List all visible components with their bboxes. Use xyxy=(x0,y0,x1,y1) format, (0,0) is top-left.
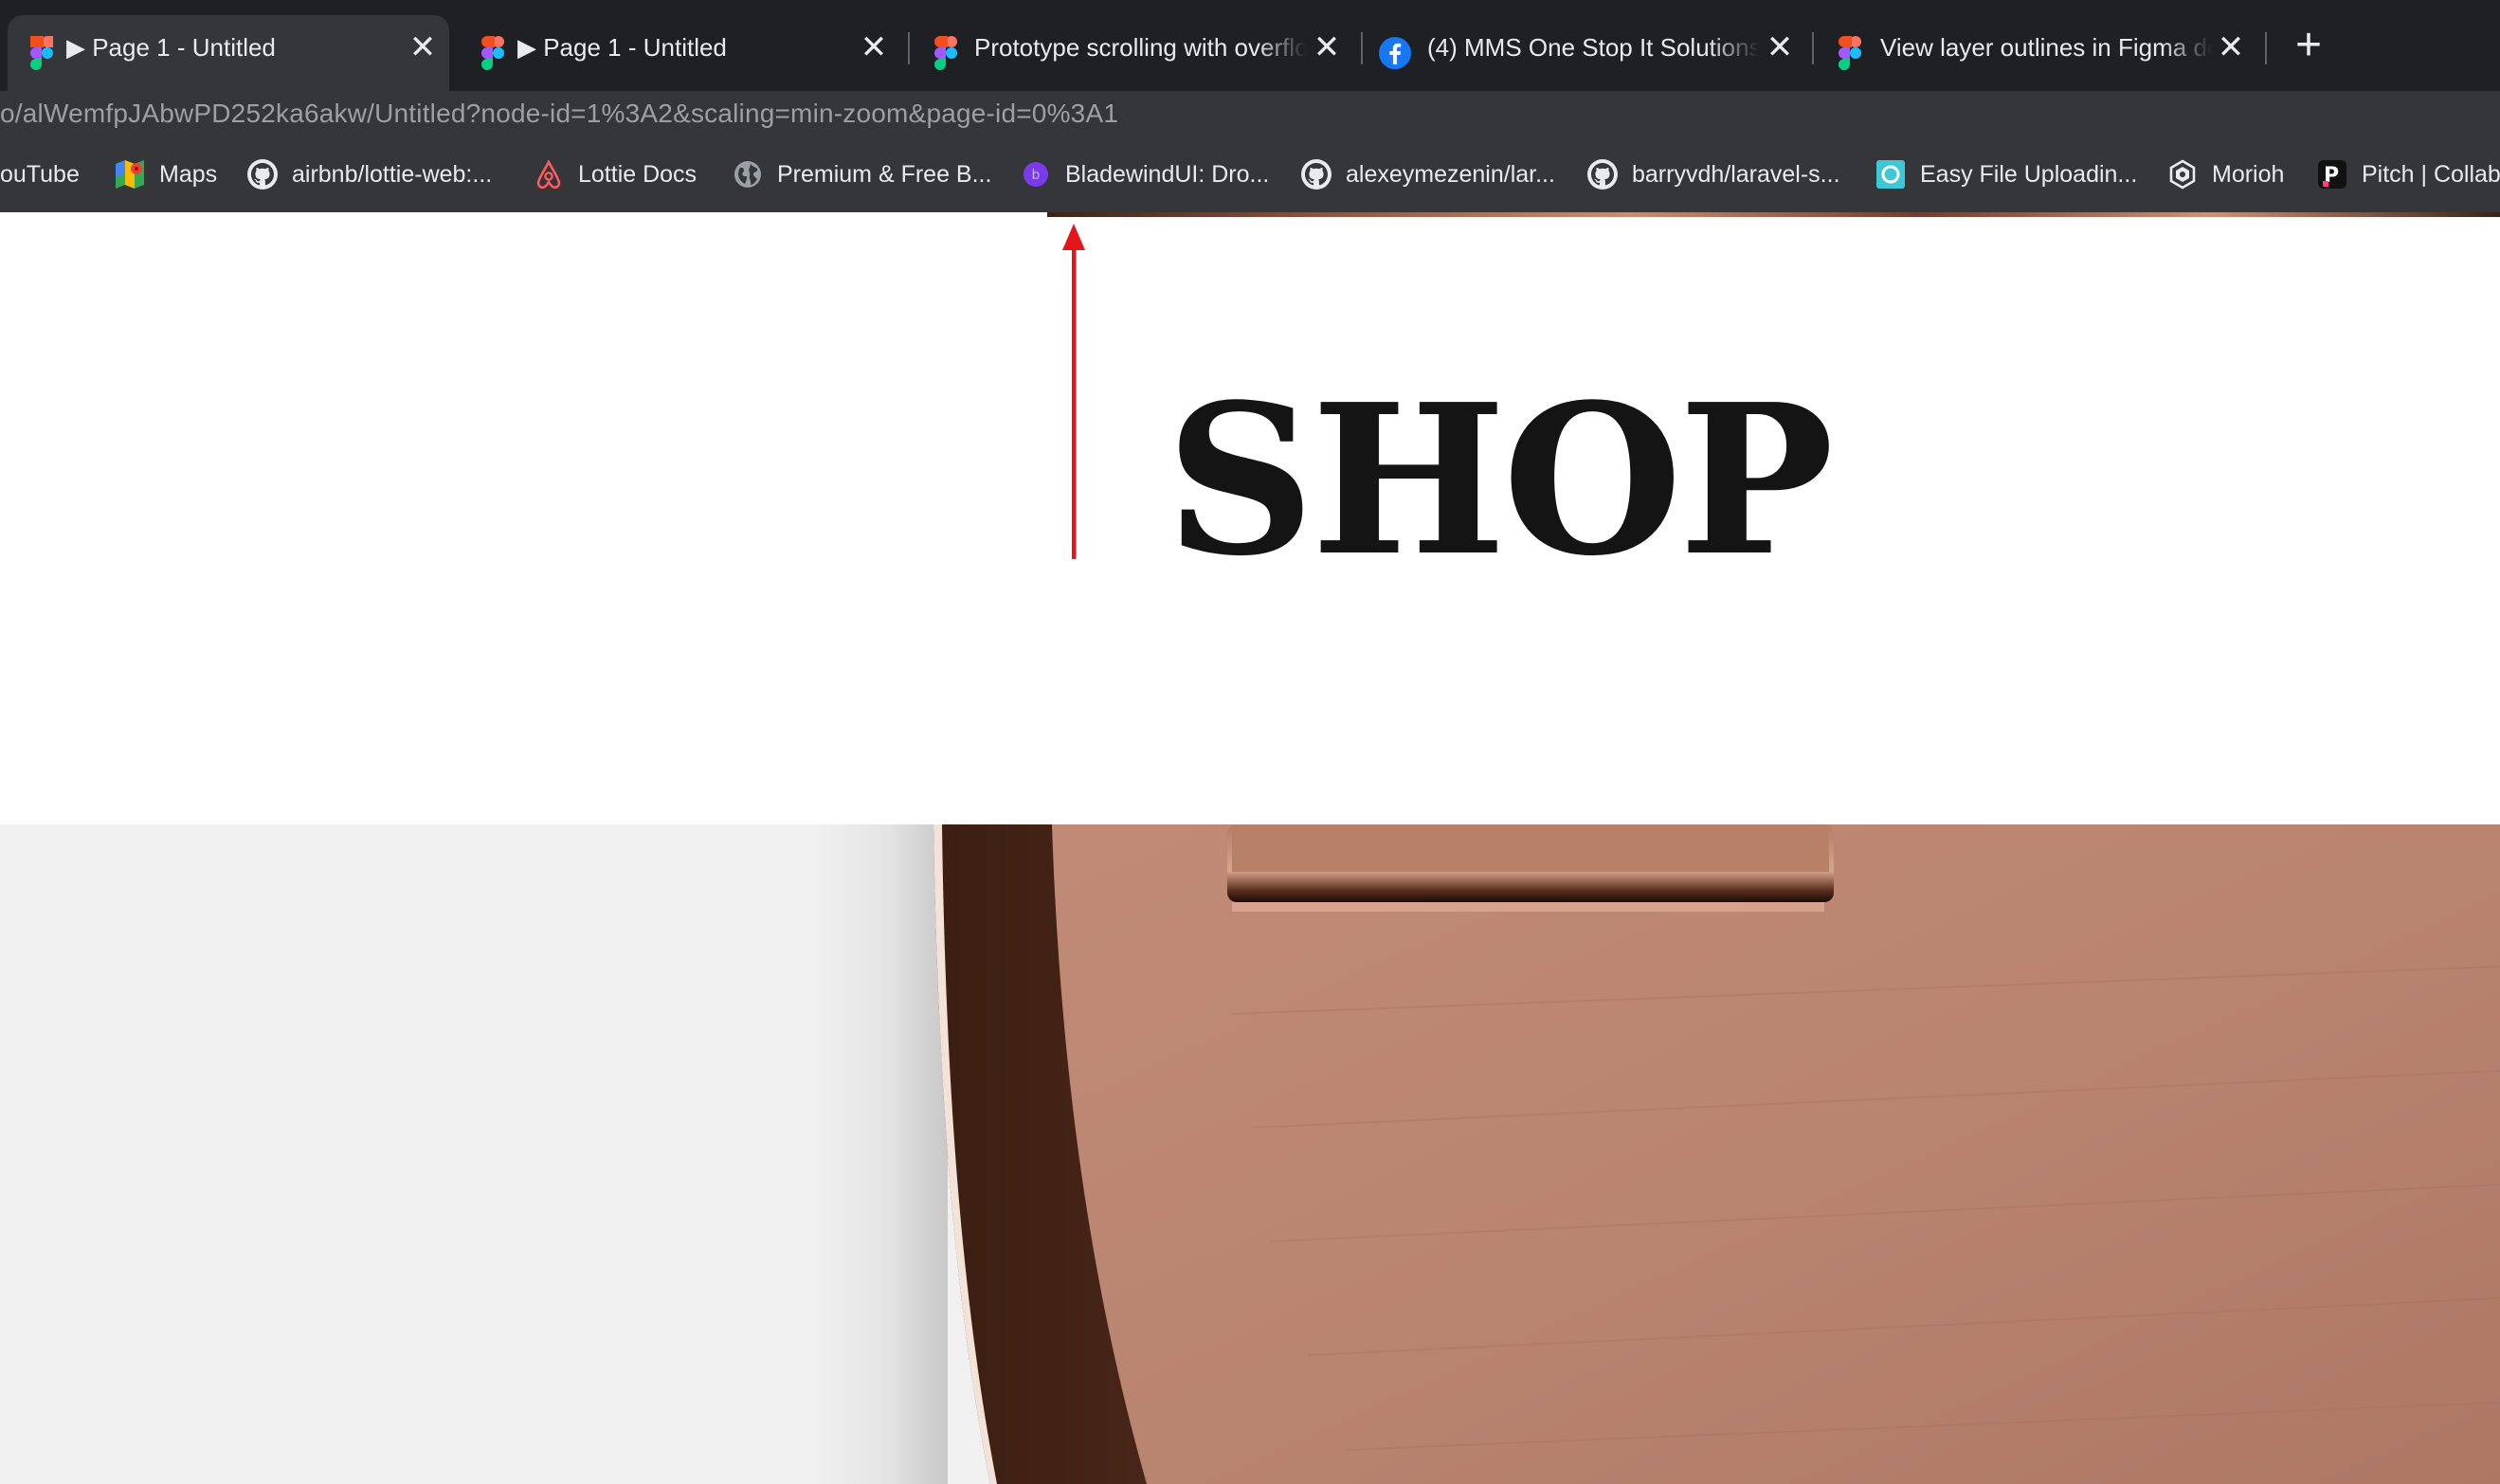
close-icon[interactable]: ✕ xyxy=(2214,30,2248,64)
bookmark-premium-free[interactable]: Premium & Free B... xyxy=(732,136,991,212)
bookmark-pitch[interactable]: P Pitch | Collab xyxy=(2316,136,2500,212)
browser-tab-strip: ▶ Page 1 - Untitled ✕ ▶ Page 1 - Untitle… xyxy=(0,0,2500,91)
bookmark-youtube[interactable]: ouTube xyxy=(0,136,80,212)
facebook-icon xyxy=(1379,37,1411,69)
bookmark-lottie-docs[interactable]: Lottie Docs xyxy=(533,136,697,212)
bookmark-label: airbnb/lottie-web:... xyxy=(292,160,493,188)
bookmark-label: BladewindUI: Dro... xyxy=(1065,160,1270,188)
tab-separator xyxy=(908,32,910,64)
github-icon xyxy=(1587,159,1618,190)
tab-prototype-scrolling[interactable]: Prototype scrolling with overflo ✕ xyxy=(912,15,1357,91)
url-text[interactable]: o/alWemfpJAbwPD252ka6akw/Untitled?node-i… xyxy=(0,91,1118,136)
bookmark-label: Morioh xyxy=(2212,160,2285,188)
maps-icon xyxy=(116,160,144,189)
shop-heading: SHOP xyxy=(1166,359,1834,602)
tab-mms-one-stop[interactable]: (4) MMS One Stop It Solutions ✕ xyxy=(1365,15,1810,91)
bookmark-label: Easy File Uploadin... xyxy=(1920,160,2138,188)
tab-title: (4) MMS One Stop It Solutions xyxy=(1427,33,1759,62)
svg-text:b: b xyxy=(1032,168,1041,183)
bookmarks-bar: ouTube Maps airbnb/lottie-web:... Lottie… xyxy=(0,136,2500,212)
airbnb-icon xyxy=(536,159,561,190)
bookmark-barryvdh[interactable]: barryvdh/laravel-s... xyxy=(1586,136,1840,212)
filepond-icon xyxy=(1876,160,1905,189)
tab-separator xyxy=(2265,32,2267,64)
bookmark-label: alexeymezenin/lar... xyxy=(1346,160,1555,188)
figma-icon xyxy=(481,36,504,70)
address-bar[interactable]: o/alWemfpJAbwPD252ka6akw/Untitled?node-i… xyxy=(0,91,2500,136)
pitch-icon: P xyxy=(2318,160,2346,189)
tab-title: Prototype scrolling with overflo xyxy=(974,33,1306,62)
close-icon[interactable]: ✕ xyxy=(406,30,440,64)
bladewind-icon: b xyxy=(1024,162,1048,187)
github-icon xyxy=(1301,159,1332,190)
morioh-icon xyxy=(2169,159,2196,190)
bookmark-bladewindui[interactable]: b BladewindUI: Dro... xyxy=(1020,136,1269,212)
figma-icon xyxy=(1839,36,1861,70)
globe-icon xyxy=(734,161,761,188)
bookmark-maps[interactable]: Maps xyxy=(114,136,217,212)
bookmark-label: Lottie Docs xyxy=(578,160,697,188)
bookmark-label: Maps xyxy=(159,160,218,188)
close-icon[interactable]: ✕ xyxy=(1310,30,1344,64)
github-icon xyxy=(247,159,278,190)
bookmark-alexeymezenin[interactable]: alexeymezenin/lar... xyxy=(1300,136,1555,212)
bookmark-label: barryvdh/laravel-s... xyxy=(1632,160,1840,188)
tab-page-1-untitled[interactable]: ▶ Page 1 - Untitled ✕ xyxy=(459,15,904,91)
bookmark-label: ouTube xyxy=(0,160,80,188)
prototype-canvas: SHOP xyxy=(0,212,2500,1484)
tab-view-layer-outlines[interactable]: View layer outlines in Figma de ✕ xyxy=(1816,15,2261,91)
scrolled-image-edge xyxy=(1047,212,2500,217)
tab-title: ▶ Page 1 - Untitled xyxy=(517,33,727,62)
bookmark-label: Pitch | Collab xyxy=(2362,160,2500,188)
tab-title: View layer outlines in Figma de xyxy=(1880,33,2212,62)
copper-product-photo xyxy=(0,824,2500,1484)
bookmark-morioh[interactable]: Morioh xyxy=(2166,136,2284,212)
bookmark-lottie-web[interactable]: airbnb/lottie-web:... xyxy=(246,136,492,212)
tab-title: ▶ Page 1 - Untitled xyxy=(66,33,276,62)
figma-icon xyxy=(934,36,957,70)
bookmark-easy-file-upload[interactable]: Easy File Uploadin... xyxy=(1875,136,2137,212)
close-icon[interactable]: ✕ xyxy=(1763,30,1797,64)
figma-icon xyxy=(30,36,53,70)
tab-separator xyxy=(1361,32,1363,64)
red-arrow-up-icon xyxy=(1062,224,1085,559)
tab-separator xyxy=(1812,32,1814,64)
bookmark-label: Premium & Free B... xyxy=(777,160,992,188)
tab-page-1-untitled-active[interactable]: ▶ Page 1 - Untitled ✕ xyxy=(8,15,449,91)
new-tab-button[interactable]: + xyxy=(2284,21,2333,70)
close-icon[interactable]: ✕ xyxy=(857,30,891,64)
